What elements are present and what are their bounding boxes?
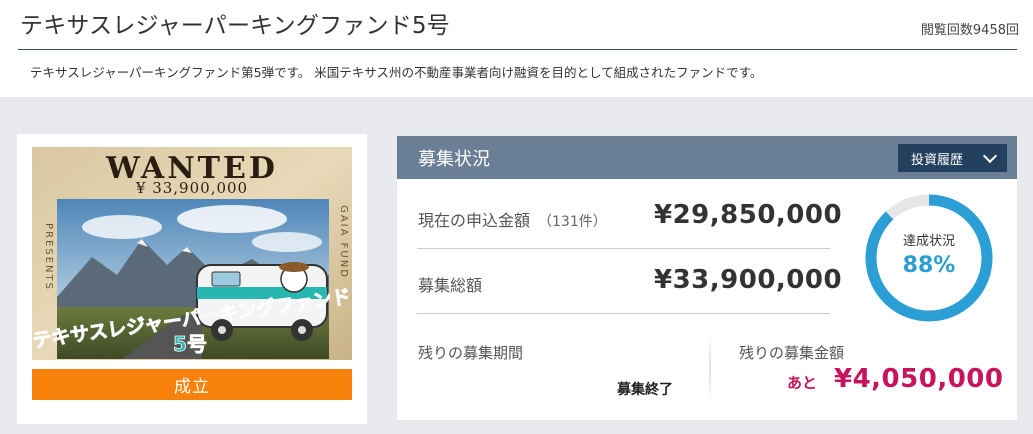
applied-label-text: 現在の申込金額 bbox=[418, 211, 531, 230]
side-left-text: PRESENTS bbox=[43, 223, 54, 291]
fund-image-card: WANTED ¥ 33,900,000 PRESENTS GAIA FUND テ… bbox=[17, 134, 367, 424]
investment-history-label: 投資履歴 bbox=[911, 152, 964, 168]
investment-history-button[interactable]: 投資履歴 bbox=[898, 144, 1007, 172]
side-right-text: GAIA FUND bbox=[338, 205, 349, 279]
applied-count: （131件） bbox=[538, 214, 607, 230]
remaining-amount-label: 残りの募集金額 bbox=[739, 344, 845, 362]
fund-number-text: 5号 bbox=[173, 332, 207, 356]
row-divider bbox=[417, 248, 830, 249]
chevron-down-icon bbox=[982, 148, 998, 164]
applied-amount-label: 現在の申込金額 （131件） bbox=[418, 207, 607, 231]
fund-status-badge: 成立 bbox=[32, 369, 352, 400]
recruitment-status-panel: 募集状況 投資履歴 現在の申込金額 （131件） ¥29,850,000 募集総額… bbox=[397, 136, 1017, 420]
page-header: テキサスレジャーパーキングファンド5号 閲覧回数9458回 テキサスレジャーパー… bbox=[0, 0, 1033, 97]
applied-amount-value: ¥29,850,000 bbox=[654, 200, 843, 230]
view-count: 閲覧回数9458回 bbox=[920, 23, 1019, 38]
remaining-period-label: 残りの募集期間 bbox=[418, 344, 524, 362]
fund-image[interactable]: WANTED ¥ 33,900,000 PRESENTS GAIA FUND テ… bbox=[32, 147, 352, 360]
panel-title: 募集状況 bbox=[418, 149, 490, 170]
progress-label: 達成状況 bbox=[902, 234, 955, 249]
panel-header: 募集状況 投資履歴 bbox=[397, 136, 1017, 179]
remaining-amount-prefix: あと bbox=[787, 374, 818, 392]
total-amount-label: 募集総額 bbox=[418, 276, 483, 295]
remaining-period-value: 募集終了 bbox=[617, 382, 673, 398]
total-amount-value: ¥33,900,000 bbox=[654, 265, 843, 295]
wanted-poster-illustration: WANTED ¥ 33,900,000 PRESENTS GAIA FUND テ… bbox=[32, 147, 352, 360]
remaining-amount-value: ¥4,050,000 bbox=[834, 364, 1004, 394]
main-area: WANTED ¥ 33,900,000 PRESENTS GAIA FUND テ… bbox=[0, 97, 1033, 434]
progress-value: 88% bbox=[902, 253, 956, 278]
column-divider bbox=[709, 336, 711, 400]
row-divider bbox=[417, 313, 830, 314]
title-divider bbox=[18, 49, 1017, 50]
fund-description: テキサスレジャーパーキングファンド第5弾です。 米国テキサス州の不動産事業者向け… bbox=[30, 65, 763, 80]
poster-amount: ¥ 33,900,000 bbox=[135, 179, 248, 197]
page-title: テキサスレジャーパーキングファンド5号 bbox=[20, 13, 450, 39]
